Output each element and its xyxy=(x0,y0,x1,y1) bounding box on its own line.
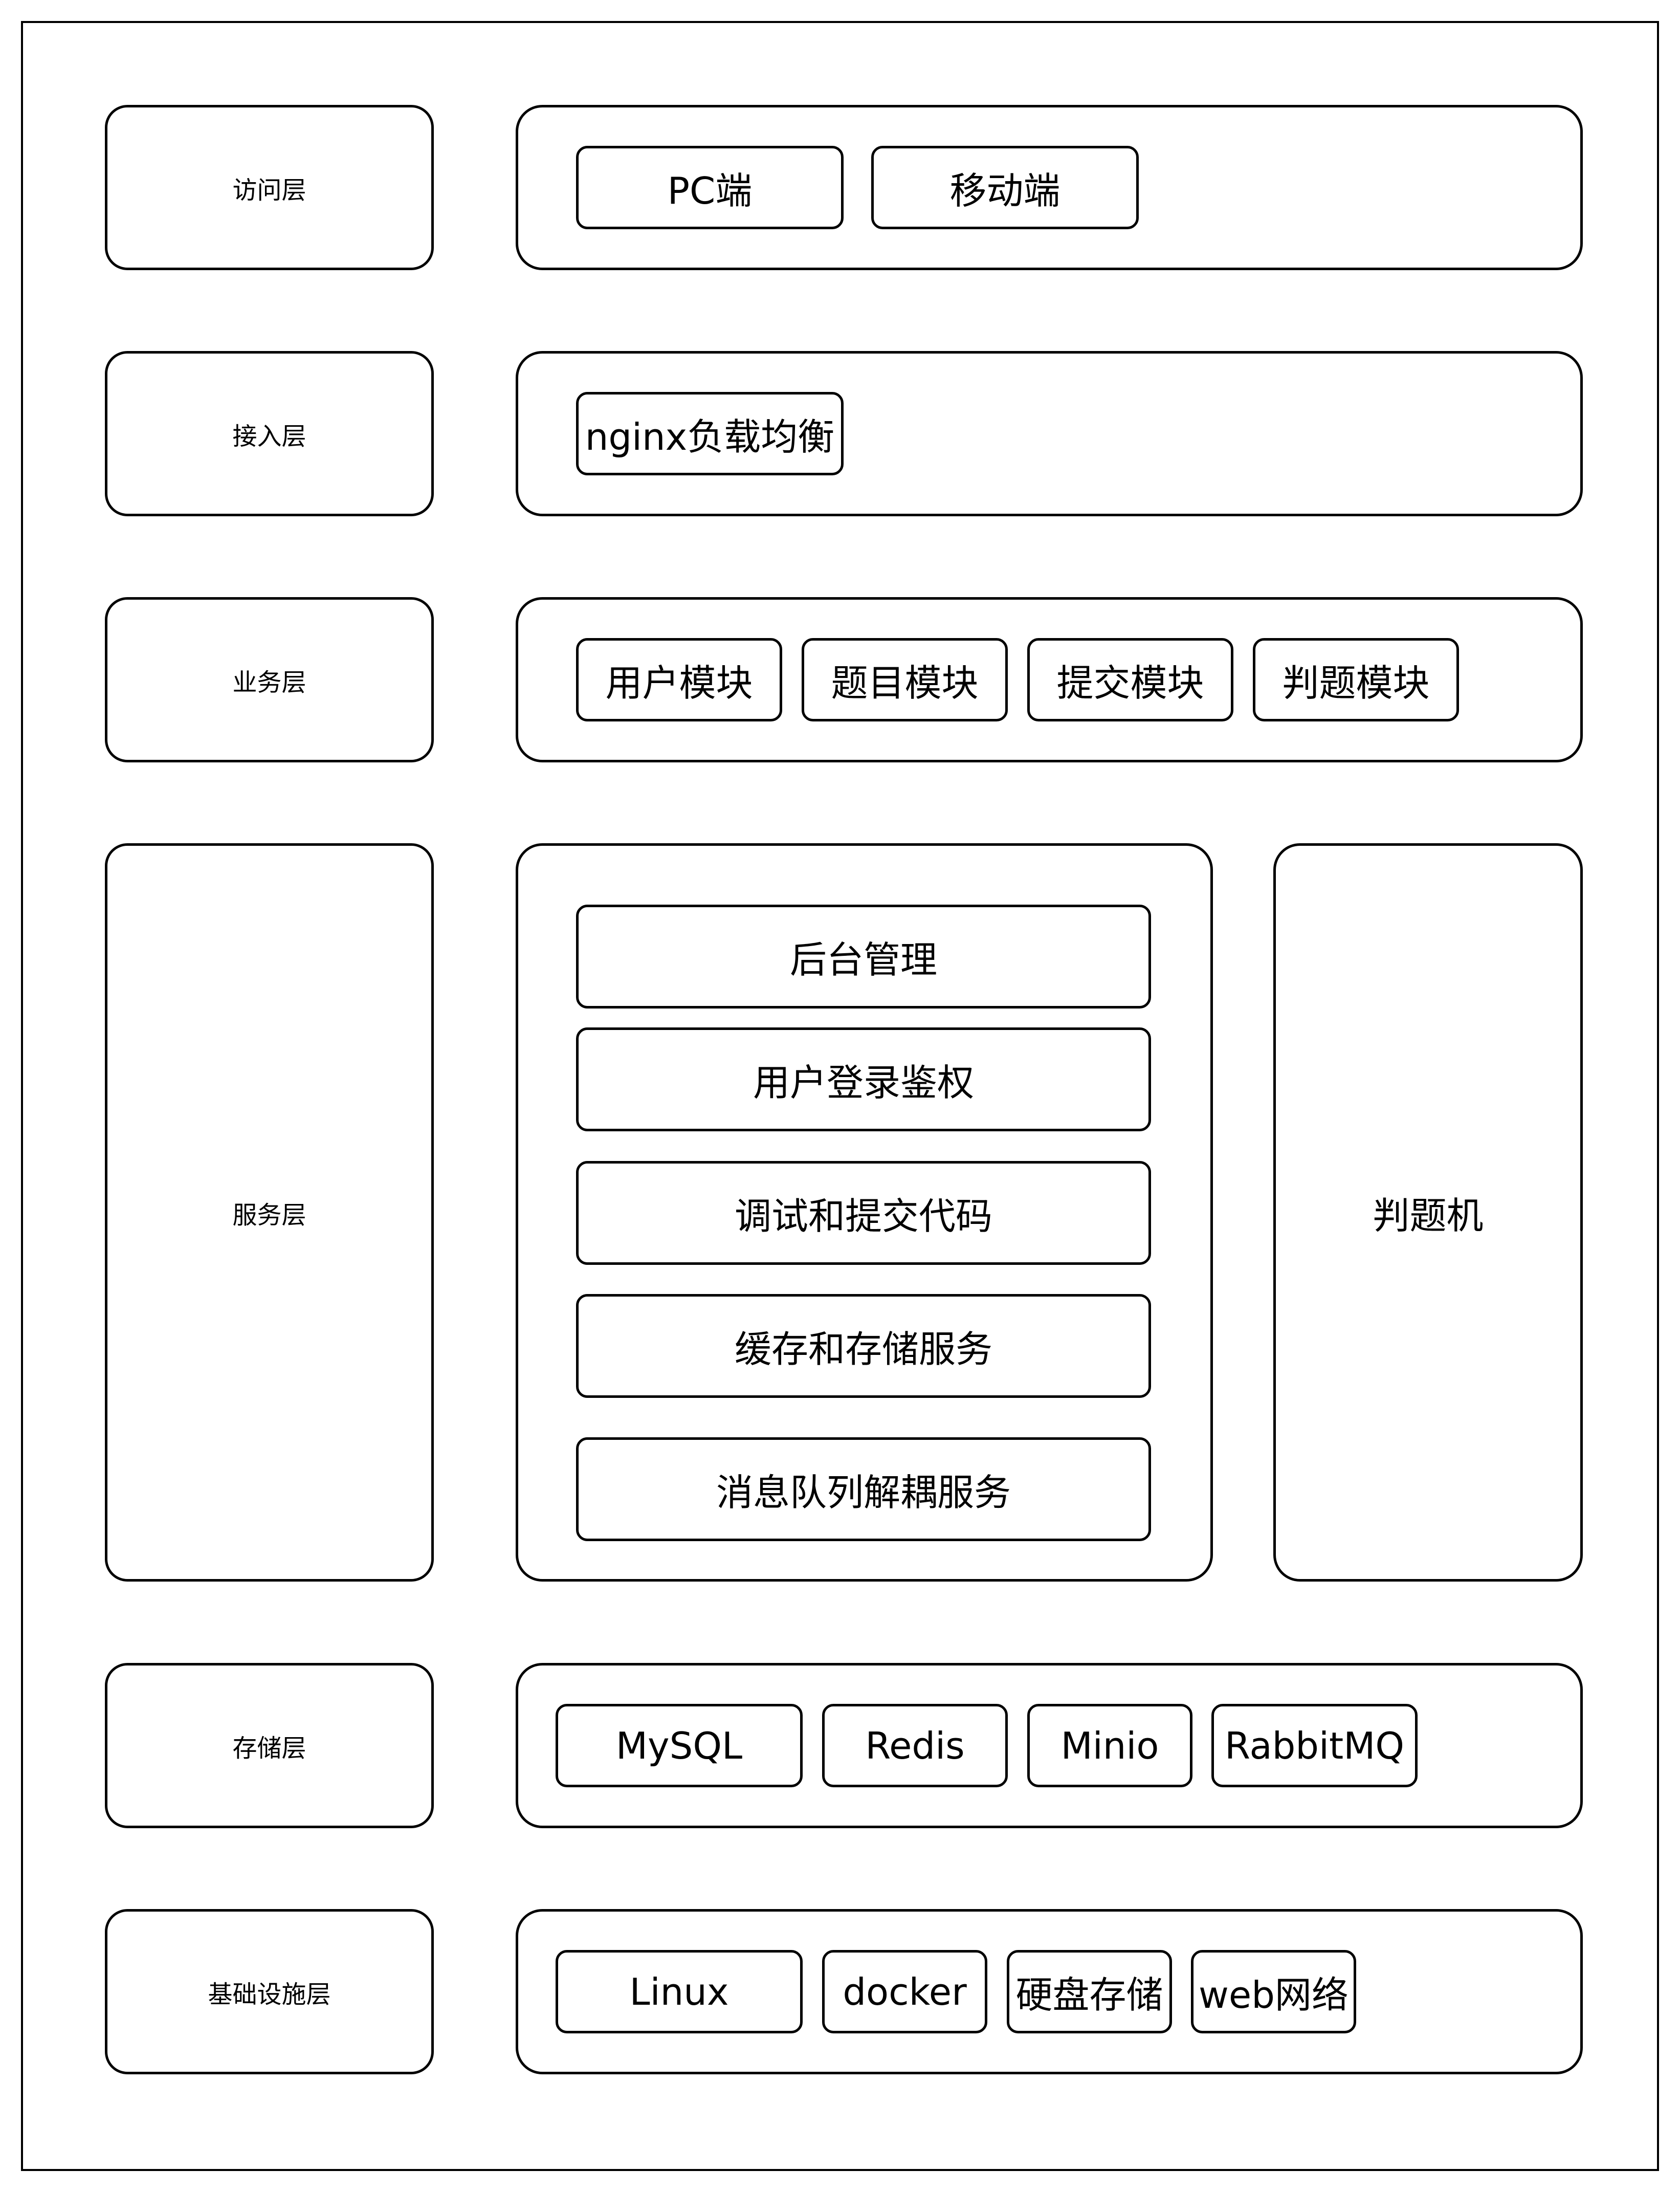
component-user-module: 用户模块 xyxy=(576,638,782,721)
component-linux: Linux xyxy=(556,1950,803,2033)
component-minio: Minio xyxy=(1027,1704,1192,1787)
component-auth: 用户登录鉴权 xyxy=(576,1027,1151,1131)
component-mobile: 移动端 xyxy=(871,146,1139,229)
layer-label-access: 访问层 xyxy=(105,105,434,270)
component-redis: Redis xyxy=(822,1704,1008,1787)
component-cache-storage: 缓存和存储服务 xyxy=(576,1294,1151,1398)
component-mysql: MySQL xyxy=(556,1704,803,1787)
layer-label-infrastructure: 基础设施层 xyxy=(105,1909,434,2074)
component-problem-module: 题目模块 xyxy=(802,638,1008,721)
component-nginx: nginx负载均衡 xyxy=(576,392,844,475)
component-web-network: web网络 xyxy=(1191,1950,1356,2033)
component-docker: docker xyxy=(822,1950,987,2033)
component-admin: 后台管理 xyxy=(576,905,1151,1009)
component-judge-module: 判题模块 xyxy=(1253,638,1459,721)
layer-label-service: 服务层 xyxy=(105,843,434,1582)
layer-label-gateway: 接入层 xyxy=(105,351,434,516)
component-rabbitmq: RabbitMQ xyxy=(1211,1704,1418,1787)
layer-label-business: 业务层 xyxy=(105,597,434,762)
component-disk: 硬盘存储 xyxy=(1007,1950,1172,2033)
layer-label-storage: 存储层 xyxy=(105,1663,434,1828)
component-submit-module: 提交模块 xyxy=(1027,638,1233,721)
diagram-frame: 访问层 PC端 移动端 接入层 nginx负载均衡 业务层 用户模块 题目模块 … xyxy=(21,21,1659,2171)
component-judge-machine: 判题机 xyxy=(1273,843,1583,1582)
component-pc: PC端 xyxy=(576,146,844,229)
component-mq: 消息队列解耦服务 xyxy=(576,1437,1151,1541)
component-debug-submit: 调试和提交代码 xyxy=(576,1161,1151,1265)
